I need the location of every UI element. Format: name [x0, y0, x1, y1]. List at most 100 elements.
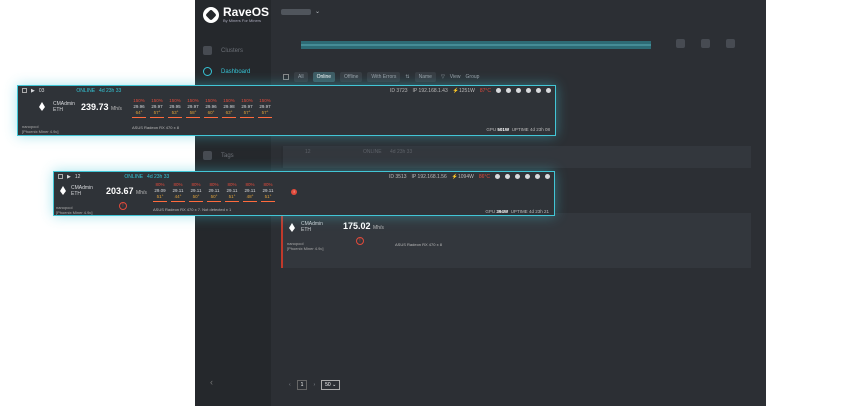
gpu-load-bar: [261, 201, 275, 202]
sidebar-item-label: Clusters: [221, 47, 244, 54]
select-all-checkbox[interactable]: [283, 74, 289, 80]
gpu-temp-cell: 80%: [191, 182, 201, 187]
filter-online[interactable]: Online: [312, 72, 336, 82]
hashrate-strip-bar: [301, 41, 651, 49]
gpu-rate-cell: 29.97: [241, 104, 253, 109]
rig-power: ⚡1094W: [451, 173, 474, 180]
chart-icon[interactable]: [545, 174, 550, 179]
next-page-icon[interactable]: ›: [313, 382, 315, 388]
gpu-load-bar: [132, 117, 146, 118]
status-strip: [281, 36, 751, 61]
eth-icon: [289, 223, 295, 232]
settings-icon[interactable]: [535, 174, 540, 179]
sort-select[interactable]: Name: [414, 72, 436, 82]
gpu-load-bar: [204, 117, 218, 118]
chart-icon[interactable]: [546, 88, 551, 93]
gpu-degree-cell: 51°: [264, 194, 272, 199]
gpu-temp-cell: 150%: [223, 98, 235, 103]
gpu-temp-cell: 80%: [263, 182, 273, 187]
gpu-degree-cell: 60°: [207, 110, 215, 115]
worker-card-expanded[interactable]: ▶ 12 ONLINE 4d 23h 33 ID 3513 IP 192.168…: [53, 171, 555, 216]
collapse-sidebar-icon[interactable]: ‹: [210, 377, 213, 387]
error-icon[interactable]: !: [356, 237, 364, 245]
gpu-load-bar: [222, 117, 236, 118]
expand-icon[interactable]: ▶: [67, 174, 71, 180]
per-page-select[interactable]: 50 ⌄: [321, 380, 341, 390]
eye-icon[interactable]: [506, 88, 511, 93]
gpu-rate-cell: 29.97: [187, 104, 199, 109]
card-footer: GPU 501W UPTIME 4d 23h 08: [486, 127, 550, 132]
power-icon[interactable]: [515, 174, 520, 179]
expand-icon[interactable]: ▶: [31, 88, 35, 94]
terminal-icon[interactable]: [496, 88, 501, 93]
gpu-degree-cell: 57°: [153, 110, 161, 115]
gpu-load-bar: [153, 201, 167, 202]
gpu-degree-cell: 51°: [156, 194, 164, 199]
gpu-temp-cell: 150%: [151, 98, 163, 103]
gpu-degree-cell: 57°: [261, 110, 269, 115]
account-selector[interactable]: ⌄: [281, 8, 320, 15]
gpu-rate-cell: 29.11: [244, 188, 256, 193]
sidebar-item-clusters[interactable]: Clusters: [203, 46, 243, 55]
rig-temp: 87°C: [479, 87, 491, 94]
stats-icon[interactable]: [676, 39, 685, 48]
rig-power: ⚡1251W: [452, 87, 475, 94]
card-header: ▶ 03 ONLINE 4d 23h 33 ID 3723 IP 192.168…: [18, 86, 555, 95]
worker-uptime: 4d 23h 33: [147, 173, 170, 180]
worker-row[interactable]: CMAdmin ETH 175.02 Mh/s nanopool [Phoenix…: [281, 213, 751, 268]
gpu-temp-cell: 80%: [173, 182, 183, 187]
settings-icon[interactable]: [536, 88, 541, 93]
view-button[interactable]: View: [450, 74, 461, 80]
terminal-icon[interactable]: [495, 174, 500, 179]
reboot-icon[interactable]: [525, 174, 530, 179]
worker-stats: ID 3723 IP 192.168.1.43 ⚡1251W 87°C: [390, 88, 551, 94]
sidebar-item-label: Dashboard: [221, 68, 251, 75]
gpu-load-bar: [225, 201, 239, 202]
eye-icon[interactable]: [505, 174, 510, 179]
gpu-grid: 150% 150% 150% 150% 150% 150% 150% 150% 29.96 29.…: [132, 98, 272, 118]
sidebar-item-tags[interactable]: Tags: [203, 151, 234, 160]
power-icon[interactable]: [516, 88, 521, 93]
filter-bar: All Online Offline With Errors ⇅ Name ▽ …: [283, 72, 479, 82]
prev-page-icon[interactable]: ‹: [289, 382, 291, 388]
group-button[interactable]: Group: [466, 74, 480, 80]
worker-id: 12: [74, 173, 81, 180]
filter-with-errors[interactable]: With Errors: [367, 72, 401, 82]
filter-offline[interactable]: Offline: [340, 72, 363, 82]
worker-card-expanded[interactable]: ▶ 03 ONLINE 4d 23h 33 ID 3723 IP 192.168…: [17, 85, 556, 136]
gpu-temp-cell: 150%: [187, 98, 199, 103]
gpu-degree-cell: 48°: [246, 194, 254, 199]
gpu-temp-cell: 150%: [259, 98, 271, 103]
gpu-degree-cell: 50°: [192, 194, 200, 199]
worker-checkbox[interactable]: [58, 174, 63, 179]
dashboard-icon: [203, 67, 212, 76]
tools-icon[interactable]: [701, 39, 710, 48]
card-header: ▶ 12 ONLINE 4d 23h 33 ID 3513 IP 192.168…: [54, 172, 554, 181]
gpu-model: ASUS Radeon RX 470 x 7. Not detected x 1: [153, 207, 232, 212]
error-icon[interactable]: !: [119, 202, 127, 210]
more-icon[interactable]: [726, 39, 735, 48]
gpu-rate-cell: 29.97: [259, 104, 271, 109]
logo[interactable]: RaveOS By Miners For Miners: [203, 6, 269, 23]
gpu-load-bar: [243, 201, 257, 202]
gpu-load-bar: [240, 117, 254, 118]
raveos-logo-icon: [203, 6, 219, 23]
filter-all[interactable]: All: [294, 72, 308, 82]
current-page[interactable]: 1: [296, 380, 308, 390]
sidebar-item-label: Tags: [221, 152, 234, 159]
gpu-degree-cell: 63°: [225, 110, 233, 115]
card-footer: GPU 394W UPTIME 4d 23h 21: [485, 209, 549, 214]
rig-id: ID 3723: [390, 87, 408, 94]
sidebar-item-dashboard[interactable]: Dashboard: [203, 67, 250, 76]
worker-status: ONLINE: [124, 173, 144, 180]
worker-row[interactable]: 12 ONLINE 4d 23h 33: [281, 146, 751, 168]
gpu-error-icon[interactable]: !: [291, 189, 297, 195]
gpu-temp-cell: 150%: [133, 98, 145, 103]
sort-icon[interactable]: ⇅: [405, 74, 409, 80]
reboot-icon[interactable]: [526, 88, 531, 93]
hashrate: 203.67 Mh/s: [106, 186, 147, 196]
filter-icon[interactable]: ▽: [441, 74, 445, 80]
worker-checkbox[interactable]: [22, 88, 27, 93]
gpu-model: ASUS Radeon RX 470 x 8: [132, 125, 179, 130]
strip-icons: [676, 39, 735, 48]
